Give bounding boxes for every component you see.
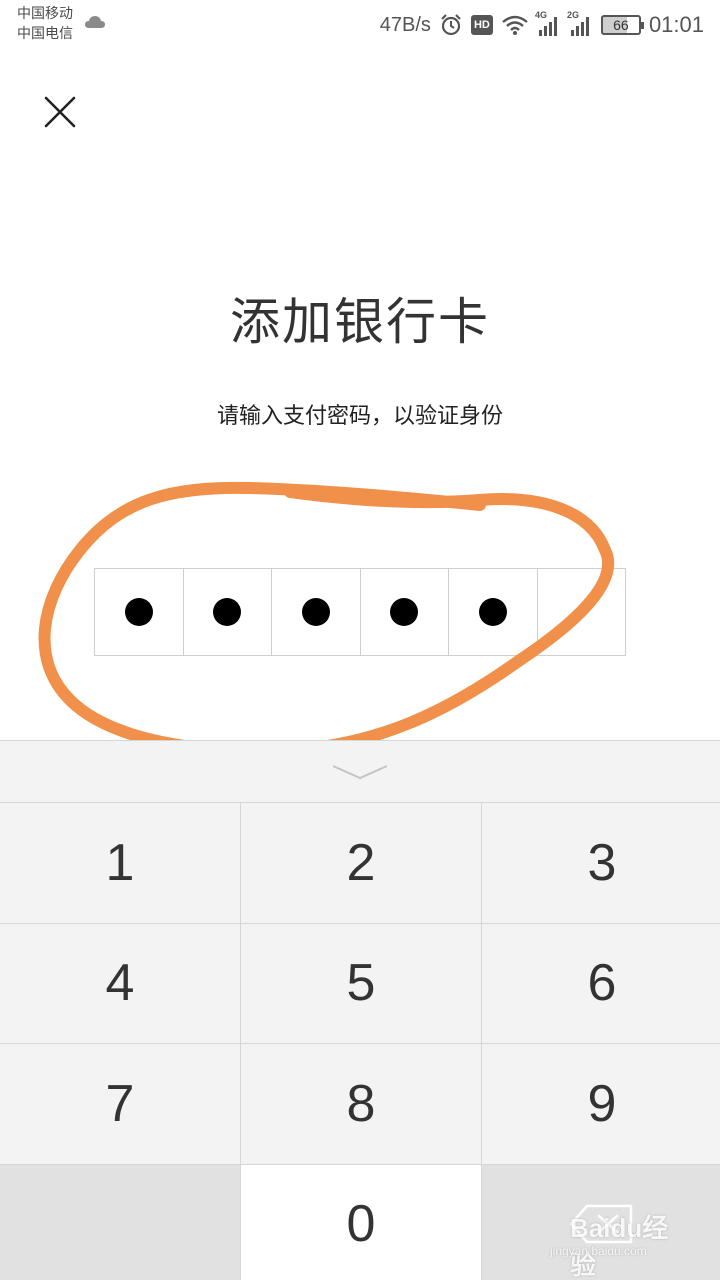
key-6[interactable]: 6 [482, 923, 720, 1043]
alarm-icon [441, 14, 461, 36]
status-bar: 中国移动 中国电信 47B/s HD 4G 2G 66 01:01 [0, 0, 720, 50]
cloud-icon [85, 16, 105, 28]
battery-level: 66 [613, 17, 629, 33]
key-2[interactable]: 2 [241, 803, 481, 923]
pin-dot [390, 598, 419, 626]
pin-cell [272, 569, 361, 655]
key-label: 2 [346, 833, 376, 892]
pin-cell [449, 569, 538, 655]
wifi-icon [502, 15, 528, 35]
carrier-1: 中国移动 [17, 6, 73, 22]
close-button[interactable] [38, 90, 82, 134]
signal-icon: 2G [567, 10, 593, 36]
key-blank [0, 1164, 240, 1280]
key-label: 6 [587, 954, 617, 1013]
watermark-url: jingyan.baidu.com [550, 1244, 647, 1258]
signal-icon: 4G [535, 10, 561, 36]
key-label: 9 [587, 1074, 617, 1133]
carrier-2: 中国电信 [17, 26, 73, 42]
key-8[interactable]: 8 [241, 1044, 481, 1164]
key-label: 0 [346, 1195, 376, 1254]
key-5[interactable]: 5 [241, 923, 481, 1043]
key-0[interactable]: 0 [241, 1164, 481, 1280]
key-label: 4 [105, 954, 135, 1013]
net-speed: 47B/s [379, 13, 431, 36]
pin-cell [95, 569, 184, 655]
pin-cell [361, 569, 449, 655]
clock: 01:01 [648, 12, 704, 37]
signal-1-label: 4G [534, 10, 547, 20]
keypad-collapse-bar[interactable] [0, 740, 720, 802]
key-label: 1 [105, 833, 135, 892]
key-label: 5 [346, 954, 376, 1013]
key-label: 3 [587, 833, 617, 892]
key-7[interactable]: 7 [0, 1044, 240, 1164]
password-input[interactable] [94, 568, 626, 656]
pin-dot [478, 598, 507, 626]
hd-badge: HD [470, 15, 493, 35]
close-icon [44, 96, 76, 128]
chevron-down-icon [332, 764, 388, 779]
page-subtitle: 请输入支付密码，以验证身份 [216, 404, 503, 429]
signal-2-label: 2G [566, 10, 579, 20]
key-label: 8 [346, 1074, 376, 1133]
carrier-info: 中国移动 中国电信 [17, 4, 73, 44]
pin-cell [184, 569, 272, 655]
key-4[interactable]: 4 [0, 923, 240, 1043]
key-label: 7 [105, 1074, 135, 1133]
battery-icon: 66 [600, 15, 644, 35]
page-title: 添加银行卡 [230, 293, 490, 351]
pin-cell [538, 569, 626, 655]
pin-dot [301, 598, 330, 626]
watermark: Baidu经验 jingyan.baidu.com [550, 1208, 690, 1280]
key-3[interactable]: 3 [482, 803, 720, 923]
key-9[interactable]: 9 [482, 1044, 720, 1164]
pin-dot [124, 598, 153, 626]
status-icons: 47B/s HD 4G 2G 66 01:01 [380, 10, 704, 40]
pin-dot [213, 598, 242, 626]
key-1[interactable]: 1 [0, 803, 240, 923]
